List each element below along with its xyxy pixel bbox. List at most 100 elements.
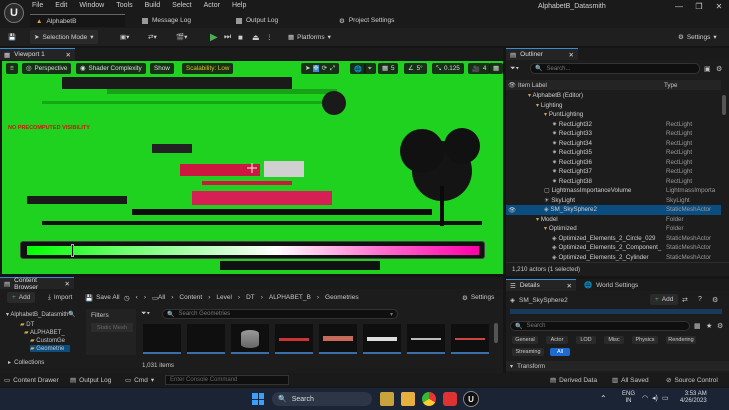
translate-icon[interactable]: ✥ [313, 65, 319, 72]
visibility-eye-icon[interactable]: 👁 [508, 81, 516, 89]
tree-item-geometries[interactable]: ▰ Geometrie [30, 345, 71, 352]
battery-icon[interactable]: ▭ [662, 394, 669, 402]
outliner-row[interactable]: ✷ RectLight33 RectLight [506, 129, 721, 139]
history-icon[interactable]: ◷ [124, 294, 130, 302]
tree-item-alphabet[interactable]: ▰ ALPHABET_ [24, 329, 65, 336]
outliner-row[interactable]: ◈ Optimized_Elements_2_Cylinder StaticMes… [506, 253, 721, 263]
filter-icon[interactable]: ⏷▾ [141, 310, 150, 318]
asset-thumbnail[interactable] [275, 324, 313, 354]
viewport-menu-icon[interactable]: ≡ [6, 63, 18, 74]
asset-thumbnail[interactable] [231, 324, 269, 354]
outliner-row[interactable]: ◈ Optimized_Elements_2_Circle_029 StaticM… [506, 234, 721, 244]
asset-thumbnail[interactable] [363, 324, 401, 354]
close-icon[interactable]: ✕ [567, 282, 572, 290]
outliner-row[interactable]: ▾ Lighting [506, 101, 721, 111]
menu-build[interactable]: Build [145, 2, 161, 12]
menu-edit[interactable]: Edit [55, 2, 67, 12]
asset-thumbnail[interactable] [187, 324, 225, 354]
cb-settings-button[interactable]: ⚙ Settings [462, 292, 494, 303]
show-button[interactable]: Show [150, 63, 174, 74]
filter-physics[interactable]: Physics [632, 336, 658, 344]
perspective-button[interactable]: ◎ Perspective [22, 63, 72, 74]
filter-lod[interactable]: LOD [576, 336, 596, 344]
content-drawer-button[interactable]: ▭ Content Drawer [4, 376, 59, 385]
search-icon[interactable]: 🔍 [68, 311, 75, 318]
cb-import-button[interactable]: ⤓ Import [48, 292, 72, 303]
cinematics-icon[interactable]: 🎬▾ [172, 30, 191, 44]
maximize-viewport-icon[interactable]: ▦ [489, 63, 503, 74]
outliner-search-input[interactable]: 🔍 Search... [530, 63, 700, 74]
asset-thumbnail[interactable] [407, 324, 445, 354]
scale-snap-button[interactable]: ⤡ 0.125 [432, 63, 464, 74]
unreal-logo-icon[interactable]: U [4, 3, 24, 23]
outliner-row[interactable]: ☀ SkyLight SkyLight [506, 196, 721, 206]
filter-actor[interactable]: Actor [546, 336, 568, 344]
volume-icon[interactable]: ◂) [652, 394, 658, 402]
camera-speed-button[interactable]: 🎥 4 [468, 63, 491, 74]
column-type[interactable]: Type [664, 82, 677, 89]
back-arrow-icon[interactable]: ‹ [136, 294, 138, 301]
grid-snap-button[interactable]: ▦ 5 [378, 63, 399, 74]
taskbar-search-box[interactable]: 🔍 Search [272, 392, 372, 406]
save-icon[interactable]: 💾 [4, 30, 20, 44]
outliner-row[interactable]: ✷ RectLight37 RectLight [506, 167, 721, 177]
cb-scrollbar[interactable] [494, 323, 498, 343]
selection-mode-dropdown[interactable]: ➤ Selection Mode ▾ [30, 30, 98, 44]
outliner-row[interactable]: ✷ RectLight35 RectLight [506, 148, 721, 158]
outliner-row[interactable]: ▾ Model Folder [506, 215, 721, 225]
visibility-eye-icon[interactable]: 👁 [508, 206, 516, 214]
column-item-label[interactable]: Item Label [518, 82, 547, 89]
breadcrumb-alphabet-b[interactable]: ALPHABET_B [269, 294, 311, 301]
asset-thumbnail[interactable] [319, 324, 357, 354]
rotation-snap-button[interactable]: ∠ 5° [404, 63, 427, 74]
outliner-row[interactable]: ✷ RectLight38 RectLight [506, 177, 721, 187]
tab-alphabetb[interactable]: ▲ AlphabetB [30, 14, 125, 27]
filter-all[interactable]: All [550, 348, 570, 356]
filter-misc[interactable]: Misc [604, 336, 624, 344]
windows-start-icon[interactable] [252, 393, 264, 405]
file-explorer-icon[interactable] [401, 392, 415, 406]
transform-section-header[interactable]: ▾ Transform [506, 361, 729, 371]
tab-outliner[interactable]: ▤ Outliner ✕ [506, 48, 578, 60]
cb-search-input[interactable]: 🔍 Search Geometries ▾ [162, 309, 398, 319]
tab-viewport-1[interactable]: ▦ Viewport 1 ✕ [0, 48, 75, 60]
breadcrumb-level[interactable]: Level [216, 294, 232, 301]
stop-button[interactable]: ■ [234, 30, 247, 44]
scale-icon[interactable]: ⤢ [330, 65, 335, 73]
component-row[interactable] [510, 309, 722, 314]
cmd-dropdown[interactable]: ▭ Cmd ▾ [125, 376, 154, 385]
transform-tools[interactable]: ➤ ✥ ⟳ ⤢ [301, 63, 339, 74]
outliner-row[interactable]: ✷ RectLight36 RectLight [506, 158, 721, 168]
close-icon[interactable]: ✕ [65, 280, 70, 288]
more-options-icon[interactable]: ⋮ [262, 30, 277, 44]
minimize-button[interactable]: — [672, 2, 686, 12]
platforms-dropdown[interactable]: ▦ Platforms ▾ [284, 30, 335, 44]
filter-icon[interactable]: ⏷▾ [510, 65, 519, 73]
breadcrumb-content[interactable]: Content [179, 294, 202, 301]
forward-arrow-icon[interactable]: › [144, 294, 146, 301]
view-mode-button[interactable]: ◉ Shader Complexity [76, 63, 146, 74]
menu-select[interactable]: Select [172, 2, 191, 12]
menu-tools[interactable]: Tools [116, 2, 132, 12]
tray-overflow-icon[interactable]: ⌃ [600, 394, 607, 403]
filter-rendering[interactable]: Rendering [666, 336, 696, 344]
breadcrumb-dt[interactable]: DT [246, 294, 255, 301]
blueprint-icon[interactable]: ⇄ [682, 296, 688, 304]
outliner-row[interactable]: 👁 ◈ SM_SkySphere2 StaticMeshActor [506, 205, 721, 215]
menu-help[interactable]: Help [232, 2, 246, 12]
clock[interactable]: 3:53 AM 4/26/2023 [680, 391, 707, 405]
filter-general[interactable]: General [512, 336, 538, 344]
outliner-row[interactable]: ✷ RectLight34 RectLight [506, 139, 721, 149]
grid-view-icon[interactable]: ▦ [694, 322, 701, 330]
settings-gear-icon[interactable]: ⚙ [712, 296, 718, 304]
details-search-input[interactable]: 🔍 Search [510, 321, 690, 331]
app-icon-1[interactable] [380, 392, 394, 406]
close-icon[interactable]: ✕ [66, 51, 71, 59]
settings-dropdown[interactable]: ⚙ Settings ▾ [674, 30, 721, 44]
all-saved-button[interactable]: ▥ All Saved [612, 376, 649, 385]
outliner-row[interactable]: ▾ PuntLighting [506, 110, 721, 120]
tab-project-settings[interactable]: ⚙ Project Settings [333, 14, 400, 27]
output-log-button[interactable]: ▤ Output Log [70, 376, 111, 385]
menu-window[interactable]: Window [79, 2, 104, 12]
breadcrumb-all[interactable]: All [158, 294, 165, 301]
